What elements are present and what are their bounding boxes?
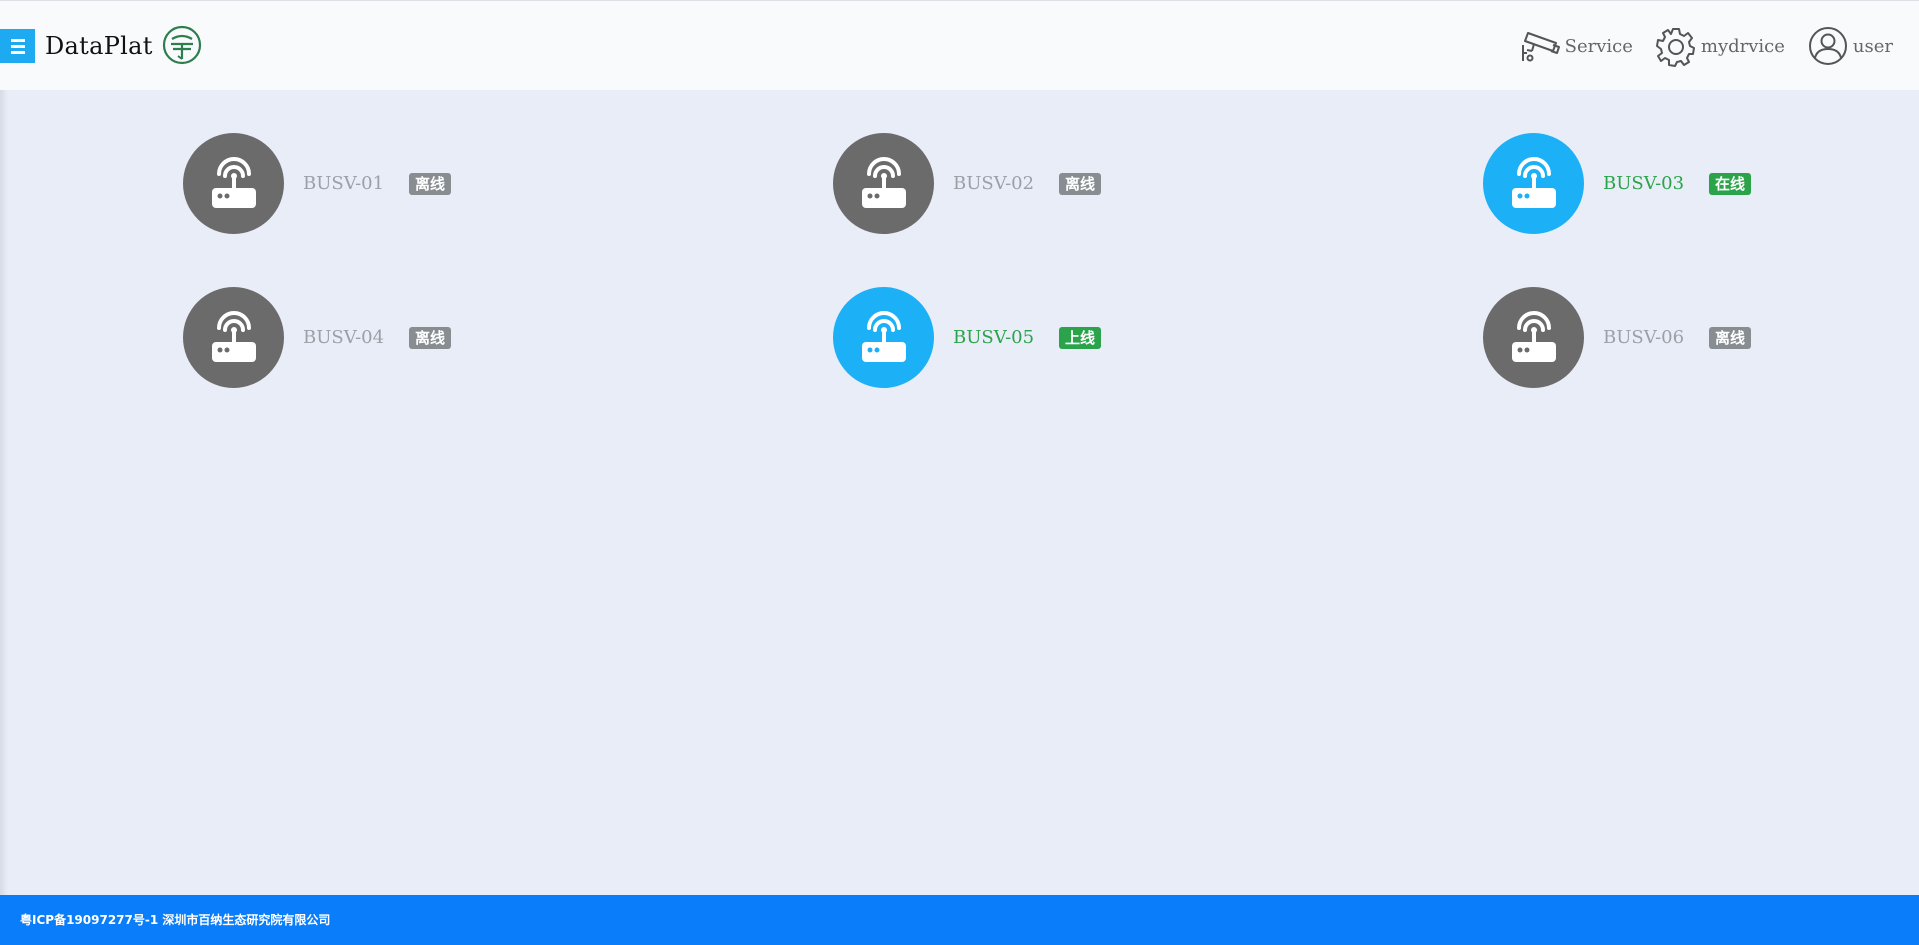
- device-circle: [833, 287, 934, 388]
- camera-icon: [1521, 32, 1560, 62]
- status-badge: 离线: [1059, 172, 1102, 195]
- device-circle: [1483, 133, 1584, 234]
- nav-service[interactable]: Service: [1519, 25, 1633, 67]
- company-name: 深圳市百纳生态研究院有限公司: [162, 913, 331, 927]
- router-icon: [211, 310, 256, 362]
- hamburger-menu-button[interactable]: [0, 29, 35, 63]
- router-icon: [1511, 156, 1556, 208]
- device-name: BUSV-05: [953, 327, 1035, 348]
- device-circle: [183, 287, 284, 388]
- device-name: BUSV-01: [303, 173, 385, 194]
- gear-icon: [1655, 28, 1695, 67]
- device-tile[interactable]: BUSV-05 上线: [833, 287, 1102, 388]
- header-nav: Service mydrvice user: [1519, 25, 1893, 67]
- status-badge: 在线: [1709, 172, 1752, 195]
- user-avatar-icon: [1808, 27, 1847, 65]
- nav-user-label: user: [1852, 35, 1893, 57]
- brand-logo-icon: [162, 25, 202, 65]
- menu-bar: [10, 38, 25, 42]
- device-name: BUSV-04: [303, 327, 385, 348]
- device-name: BUSV-06: [1603, 327, 1685, 348]
- router-icon: [861, 310, 906, 362]
- site-footer: 粤ICP备19097277号-1 深圳市百纳生态研究院有限公司: [0, 895, 1919, 945]
- nav-user[interactable]: user: [1807, 25, 1893, 67]
- device-tile[interactable]: BUSV-03 在线: [1483, 133, 1752, 234]
- router-icon: [861, 156, 906, 208]
- icp-record-link[interactable]: 粤ICP备19097277号-1: [20, 913, 158, 927]
- status-badge: 离线: [1709, 326, 1752, 349]
- device-name: BUSV-03: [1603, 173, 1685, 194]
- device-tile[interactable]: BUSV-02 离线: [833, 133, 1102, 234]
- top-header: DataPlat Service mydrvice user: [0, 0, 1919, 90]
- status-badge: 上线: [1059, 326, 1102, 349]
- brand-title: DataPlat: [45, 32, 153, 60]
- device-tile[interactable]: BUSV-04 离线: [183, 287, 452, 388]
- device-name: BUSV-02: [953, 173, 1035, 194]
- router-icon: [1511, 310, 1556, 362]
- router-icon: [211, 156, 256, 208]
- status-badge: 离线: [409, 326, 452, 349]
- device-tile[interactable]: BUSV-01 离线: [183, 133, 452, 234]
- device-circle: [1483, 287, 1584, 388]
- device-circle: [183, 133, 284, 234]
- device-tile[interactable]: BUSV-06 离线: [1483, 287, 1752, 388]
- menu-bar: [10, 50, 25, 54]
- menu-bar: [10, 44, 25, 48]
- nav-mydrvice-label: mydrvice: [1700, 35, 1785, 57]
- nav-service-label: Service: [1564, 35, 1633, 57]
- status-badge: 离线: [409, 172, 452, 195]
- left-edge-shadow: [0, 0, 8, 945]
- nav-mydrvice[interactable]: mydrvice: [1655, 25, 1785, 67]
- device-circle: [833, 133, 934, 234]
